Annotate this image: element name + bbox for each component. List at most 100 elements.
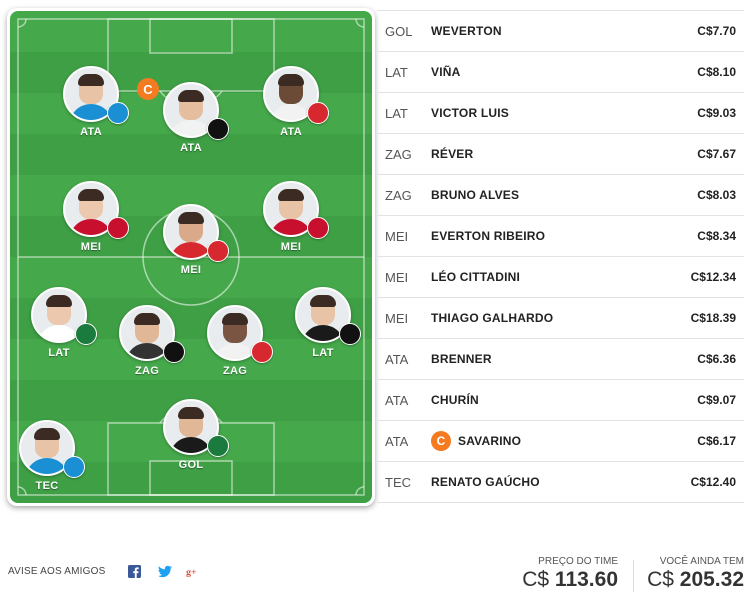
roster-row[interactable]: MEI LÉO CITTADINI C$12.34 [377,257,744,298]
roster-player-name-text: RÉVER [431,147,474,161]
roster-player-price: C$12.34 [690,270,736,284]
sao-paulo-crest-icon [251,341,273,363]
botafogo-crest-icon [339,323,361,345]
roster-player-name-text: BRUNO ALVES [431,188,520,202]
roster-player-price: C$8.34 [697,229,736,243]
player-position-label: GOL [178,459,204,471]
captain-badge-icon: C [137,78,159,100]
roster-player-price: C$7.67 [697,147,736,161]
player-position-label: MEI [80,241,102,253]
player-position-label: ZAG [222,365,248,377]
roster-player-name-text: WEVERTON [431,24,502,38]
remaining-value: 205.32 [679,568,744,591]
remaining-label: VOCÊ AINDA TEM [659,556,744,567]
roster-position: ZAG [385,187,412,203]
player-position-label: MEI [280,241,302,253]
team-price-block: PREÇO DO TIME C$ 113.60 [522,556,618,592]
sao-paulo-crest-icon [307,102,329,124]
roster-player-name-text: CHURÍN [431,393,479,407]
roster-position: MEI [385,310,409,326]
player-position-label: LAT [312,347,334,359]
field-player-tec[interactable]: TEC [7,420,87,492]
player-position-label: LAT [48,347,70,359]
facebook-icon[interactable] [128,564,142,578]
roster-player-name-text: VICTOR LUIS [431,106,509,120]
roster-position: ATA [385,433,409,449]
google-plus-icon[interactable]: g+ [186,564,200,578]
lineup-field-card: ATA C ATA ATA MEI MEI MEI LAT ZAG ZAG LAT GOL TEC [7,8,375,506]
roster-player-name-text: EVERTON RIBEIRO [431,229,546,243]
atletico-mg-crest-icon [163,341,185,363]
roster-position: ATA [385,392,409,408]
roster-row[interactable]: ZAG BRUNO ALVES C$8.03 [377,175,744,216]
player-position-label: ZAG [134,365,160,377]
roster-row[interactable]: ATA BRENNER C$6.36 [377,339,744,380]
field-player-zag2[interactable]: ZAG [195,305,275,377]
field-player-lat2[interactable]: LAT [283,287,363,359]
atletico-mg-crest-icon [207,118,229,140]
field-player-ata3[interactable]: ATA [251,66,331,138]
roster-player-name-text: THIAGO GALHARDO [431,311,554,325]
roster-player-name: RENATO GAÚCHO [431,475,656,489]
flamengo-crest-icon [307,217,329,239]
roster-player-price: C$12.40 [690,475,736,489]
team-price-currency: C$ [522,568,550,591]
twitter-icon[interactable] [157,564,172,578]
roster-player-price: C$6.17 [697,434,736,448]
roster-player-name-text: BRENNER [431,352,492,366]
field-player-ata2[interactable]: C ATA [137,78,231,154]
roster-position: LAT [385,105,408,121]
player-position-label: ATA [180,142,202,154]
roster-player-name: THIAGO GALHARDO [431,311,656,325]
field-player-lat1[interactable]: LAT [19,287,99,359]
roster-player-name: BRUNO ALVES [431,188,656,202]
roster-position: GOL [385,23,413,39]
svg-text:g+: g+ [186,567,197,578]
remaining-balance-block: VOCÊ AINDA TEM C$ 205.32 [647,556,744,592]
roster-player-name: CHURÍN [431,393,656,407]
roster-row[interactable]: ZAG RÉVER C$7.67 [377,134,744,175]
roster-player-price: C$9.07 [697,393,736,407]
palmeiras-crest-icon [207,435,229,457]
roster-position: TEC [385,474,411,490]
roster-row[interactable]: MEI THIAGO GALHARDO C$18.39 [377,298,744,339]
field-player-mei2[interactable]: MEI [151,204,231,276]
roster-player-price: C$8.10 [697,65,736,79]
gremio-crest-icon [107,102,129,124]
roster-row[interactable]: LAT VICTOR LUIS C$9.03 [377,93,744,134]
roster-position: LAT [385,64,408,80]
footer-divider [633,560,634,592]
player-position-label: ATA [80,126,102,138]
roster-player-name: BRENNER [431,352,656,366]
roster-row[interactable]: MEI EVERTON RIBEIRO C$8.34 [377,216,744,257]
team-price-label: PREÇO DO TIME [538,556,618,567]
roster-row[interactable]: ATA C SAVARINO C$6.17 [377,421,744,462]
roster-row[interactable]: LAT VIÑA C$8.10 [377,52,744,93]
roster-position: MEI [385,228,409,244]
roster-position: MEI [385,269,409,285]
roster-row[interactable]: ATA CHURÍN C$9.07 [377,380,744,421]
field-player-zag1[interactable]: ZAG [107,305,187,377]
player-position-label: MEI [180,264,202,276]
roster-player-name: C SAVARINO [431,431,656,451]
roster-player-price: C$6.36 [697,352,736,366]
field-player-mei1[interactable]: MEI [51,181,131,253]
field-player-ata1[interactable]: ATA [51,66,131,138]
roster-row[interactable]: GOL WEVERTON C$7.70 [377,11,744,52]
roster-player-price: C$9.03 [697,106,736,120]
roster-player-name: VIÑA [431,65,656,79]
field-player-gol[interactable]: GOL [151,399,231,471]
roster-player-name: RÉVER [431,147,656,161]
roster-position: ATA [385,351,409,367]
share-label: AVISE AOS AMIGOS [8,565,106,577]
roster-player-name: EVERTON RIBEIRO [431,229,656,243]
captain-badge-icon: C [431,431,451,451]
remaining-currency: C$ [647,568,674,591]
field-player-mei3[interactable]: MEI [251,181,331,253]
roster-player-name: VICTOR LUIS [431,106,656,120]
roster-player-name-text: LÉO CITTADINI [431,270,521,284]
gremio-crest-icon [63,456,85,478]
roster-row[interactable]: TEC RENATO GAÚCHO C$12.40 [377,462,744,503]
player-position-label: TEC [35,480,59,492]
roster-player-price: C$18.39 [690,311,736,325]
